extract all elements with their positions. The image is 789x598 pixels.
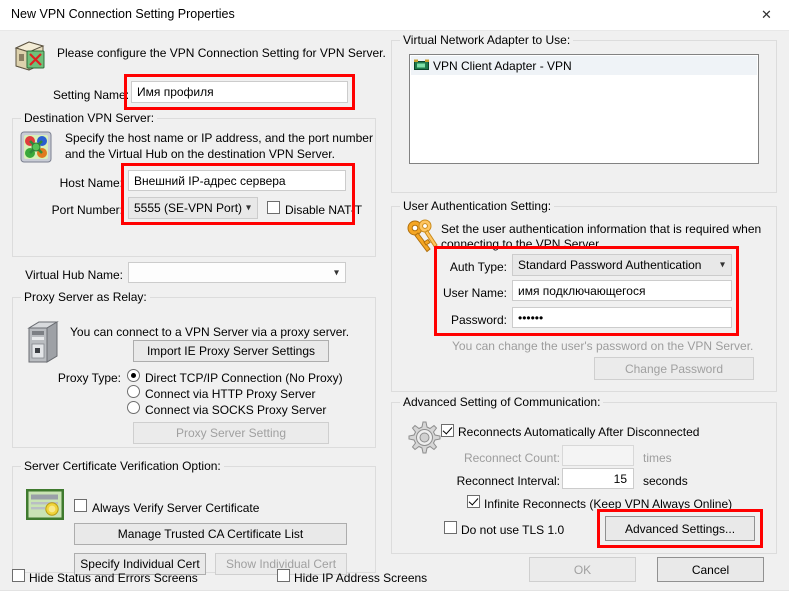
chevron-down-icon: ▾ [246,203,251,214]
cancel-label: Cancel [692,563,729,577]
auth-type-value: Standard Password Authentication [518,258,701,272]
always-verify-cert-checkbox[interactable] [74,499,87,512]
proxy-server-setting-button[interactable]: Proxy Server Setting [133,422,329,444]
radio-direct-tcpip[interactable] [127,369,140,382]
infinite-reconnects-checkbox[interactable] [467,495,480,508]
reconnect-auto-label: Reconnects Automatically After Disconnec… [458,425,699,439]
port-number-combo[interactable]: 5555 (SE-VPN Port) ▾ [128,197,258,219]
change-password-button[interactable]: Change Password [594,357,754,380]
virtual-hub-label: Virtual Hub Name: [10,268,123,282]
ok-button[interactable]: OK [529,557,636,582]
no-tls10-checkbox[interactable] [444,521,457,534]
infinite-reconnects-label: Infinite Reconnects (Keep VPN Always Onl… [484,497,732,511]
always-verify-cert-label: Always Verify Server Certificate [92,501,259,515]
advanced-group-legend: Advanced Setting of Communication: [400,395,603,409]
host-name-label: Host Name: [28,176,123,190]
auth-group-legend: User Authentication Setting: [400,199,554,213]
close-icon[interactable]: ✕ [744,0,789,30]
chevron-down-icon: ▾ [720,260,725,271]
network-adapter-icon [414,59,429,72]
virtual-hub-combo[interactable]: ▾ [128,262,346,283]
radio-socks-proxy[interactable] [127,401,140,414]
auth-type-combo[interactable]: Standard Password Authentication ▾ [512,254,732,276]
title-bar: New VPN Connection Setting Properties ✕ [0,0,789,31]
list-item[interactable]: VPN Client Adapter - VPN [411,56,757,75]
vpn-server-icon [19,130,53,164]
server-tower-icon [25,318,61,364]
proxy-type-label: Proxy Type: [25,371,121,385]
port-number-label: Port Number: [28,203,123,217]
adapter-group-legend: Virtual Network Adapter to Use: [400,33,573,47]
hide-status-label: Hide Status and Errors Screens [29,571,198,585]
manage-trusted-ca-label: Manage Trusted CA Certificate List [118,527,303,541]
header-description: Please configure the VPN Connection Sett… [57,46,386,60]
auth-description-line2: connecting to the VPN Server. [441,237,602,251]
keys-icon [403,218,443,258]
hide-status-checkbox[interactable] [12,569,25,582]
proxy-description: You can connect to a VPN Server via a pr… [70,325,349,339]
change-password-label: Change Password [625,362,723,376]
vpn-connection-icon [11,36,49,74]
password-hint: You can change the user's password on th… [452,339,753,353]
import-ie-proxy-settings-button[interactable]: Import IE Proxy Server Settings [133,340,329,362]
specify-individual-cert-label: Specify Individual Cert [80,557,199,571]
host-name-input[interactable]: Внешний IP-адрес сервера [128,170,346,191]
reconnect-count-unit: times [643,451,672,465]
reconnect-interval-input[interactable]: 15 [562,468,634,489]
hide-ip-label: Hide IP Address Screens [294,571,427,585]
advanced-settings-button[interactable]: Advanced Settings... [605,516,755,541]
window-bottom-edge [0,590,789,598]
disable-nat-t-checkbox[interactable] [267,201,280,214]
advanced-settings-label: Advanced Settings... [625,522,735,536]
disable-nat-t-label: Disable NAT-T [285,203,362,217]
proxy-server-setting-label: Proxy Server Setting [176,426,286,440]
setting-name-label: Setting Name: [53,88,129,102]
dialog-body: Please configure the VPN Connection Sett… [0,31,789,598]
reconnect-count-label: Reconnect Count: [440,451,560,465]
gear-icon [403,419,443,459]
destination-description-line1: Specify the host name or IP address, and… [65,131,373,145]
reconnect-count-input[interactable] [562,445,634,466]
auth-type-label: Auth Type: [405,260,507,274]
certificate-icon [24,486,66,524]
chevron-down-icon: ▾ [334,267,339,278]
destination-description-line2: and the Virtual Hub on the destination V… [65,147,335,161]
cert-group-legend: Server Certificate Verification Option: [21,459,224,473]
password-input[interactable]: •••••• [512,307,732,328]
adapter-listbox[interactable]: VPN Client Adapter - VPN [409,54,759,164]
hide-ip-checkbox[interactable] [277,569,290,582]
no-tls10-label: Do not use TLS 1.0 [461,523,564,537]
radio-http-proxy[interactable] [127,385,140,398]
window-title: New VPN Connection Setting Properties [11,7,235,21]
cancel-button[interactable]: Cancel [657,557,764,582]
password-label: Password: [405,313,507,327]
user-name-input[interactable]: имя подключающегося [512,280,732,301]
port-number-value: 5555 (SE-VPN Port) [134,201,242,215]
import-ie-proxy-label: Import IE Proxy Server Settings [147,344,315,358]
radio-direct-tcpip-label: Direct TCP/IP Connection (No Proxy) [145,371,343,385]
ok-label: OK [574,563,591,577]
radio-socks-proxy-label: Connect via SOCKS Proxy Server [145,403,326,417]
destination-group-legend: Destination VPN Server: [21,111,157,125]
user-name-label: User Name: [405,286,507,300]
manage-trusted-ca-button[interactable]: Manage Trusted CA Certificate List [74,523,347,545]
reconnect-interval-unit: seconds [643,474,688,488]
proxy-group-legend: Proxy Server as Relay: [21,290,150,304]
auth-description-line1: Set the user authentication information … [441,222,761,236]
radio-http-proxy-label: Connect via HTTP Proxy Server [145,387,316,401]
reconnect-interval-label: Reconnect Interval: [440,474,560,488]
reconnect-auto-checkbox[interactable] [441,424,454,437]
vpn-connection-properties-dialog: New VPN Connection Setting Properties ✕ … [0,0,789,598]
adapter-item-label: VPN Client Adapter - VPN [433,59,572,73]
setting-name-input[interactable]: Имя профиля [131,81,348,103]
